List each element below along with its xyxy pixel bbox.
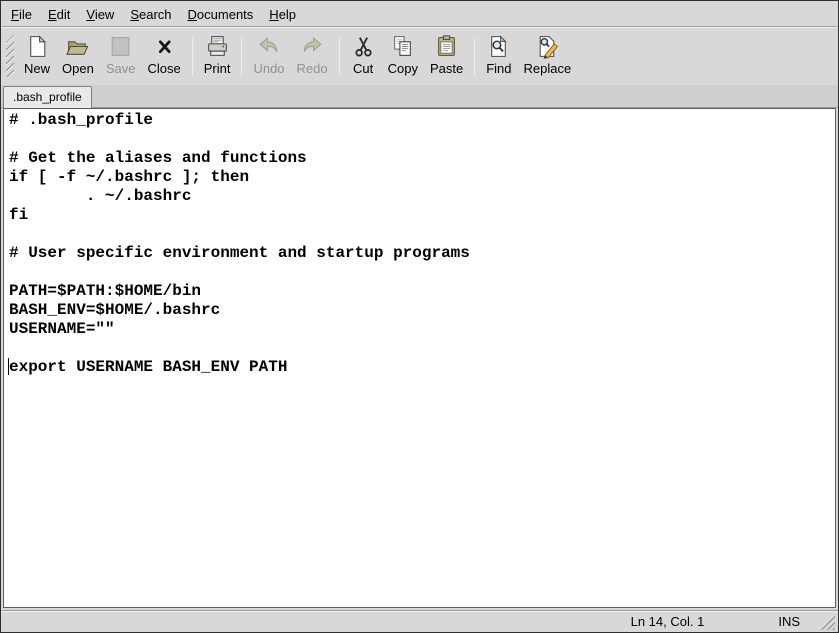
toolbar-separator xyxy=(241,38,242,76)
new-button[interactable]: New xyxy=(18,31,56,78)
menu-help-label: elp xyxy=(279,7,296,22)
insert-mode-status: INS xyxy=(778,614,800,629)
print-button[interactable]: Print xyxy=(198,31,237,78)
menu-help-mnemonic: H xyxy=(269,7,278,22)
editor-line-4[interactable]: if [ -f ~/.bashrc ]; then xyxy=(9,168,835,187)
copy-button[interactable]: Copy xyxy=(382,31,424,78)
status-bar: Ln 14, Col. 1 INS xyxy=(1,610,838,632)
cut-button-label: Cut xyxy=(353,61,373,76)
tab-strip: .bash_profile xyxy=(1,85,838,108)
redo-button-label: Redo xyxy=(297,61,328,76)
editor-line-6[interactable]: fi xyxy=(9,206,835,225)
editor-line-10[interactable]: PATH=$PATH:$HOME/bin xyxy=(9,282,835,301)
close-button[interactable]: Close xyxy=(141,31,186,78)
menu-file-label: ile xyxy=(19,7,32,22)
menu-search-label: earch xyxy=(139,7,172,22)
print-button-label: Print xyxy=(204,61,231,76)
find-button-label: Find xyxy=(486,61,511,76)
toolbar-drag-handle[interactable] xyxy=(6,35,14,77)
open-button[interactable]: Open xyxy=(56,31,100,78)
open-button-label: Open xyxy=(62,61,94,76)
printer-icon xyxy=(205,33,230,59)
close-x-icon xyxy=(152,33,177,59)
find-button[interactable]: Find xyxy=(480,31,517,78)
window-resize-grip-icon[interactable] xyxy=(819,615,835,630)
text-cursor xyxy=(8,358,9,375)
replace-button-label: Replace xyxy=(524,61,572,76)
editor-line-12[interactable]: USERNAME="" xyxy=(9,320,835,339)
menu-documents-mnemonic: D xyxy=(188,7,197,22)
menu-edit-mnemonic: E xyxy=(48,7,57,22)
undo-arrow-icon xyxy=(256,33,281,59)
menu-file-mnemonic: F xyxy=(11,7,19,22)
menu-edit-label: dit xyxy=(57,7,71,22)
menu-view[interactable]: View xyxy=(78,4,122,26)
editor-window: File Edit View Search Documents Help New… xyxy=(0,0,839,633)
menu-view-mnemonic: V xyxy=(86,7,94,22)
cut-button[interactable]: Cut xyxy=(345,31,382,78)
save-button: Save xyxy=(100,31,142,78)
copy-button-label: Copy xyxy=(388,61,418,76)
scissors-icon xyxy=(351,33,376,59)
paste-button-label: Paste xyxy=(430,61,463,76)
find-magnifier-icon xyxy=(486,33,511,59)
close-button-label: Close xyxy=(147,61,180,76)
clipboard-icon xyxy=(434,33,459,59)
menu-search[interactable]: Search xyxy=(122,4,179,26)
undo-button-label: Undo xyxy=(253,61,284,76)
menu-documents-label: ocuments xyxy=(197,7,253,22)
editor-line-5[interactable]: . ~/.bashrc xyxy=(9,187,835,206)
replace-magnifier-pencil-icon xyxy=(535,33,560,59)
copy-pages-icon xyxy=(390,33,415,59)
editor-line-2[interactable] xyxy=(9,130,835,149)
editor-line-7[interactable] xyxy=(9,225,835,244)
menu-search-mnemonic: S xyxy=(130,7,139,22)
editor-line-3[interactable]: # Get the aliases and functions xyxy=(9,149,835,168)
menu-file[interactable]: File xyxy=(3,4,40,26)
editor-line-11[interactable]: BASH_ENV=$HOME/.bashrc xyxy=(9,301,835,320)
editor-line-9[interactable] xyxy=(9,263,835,282)
editor-line-13[interactable] xyxy=(9,339,835,358)
paste-button[interactable]: Paste xyxy=(424,31,469,78)
save-button-label: Save xyxy=(106,61,136,76)
undo-button: Undo xyxy=(247,31,290,78)
toolbar: New Open Save Close Print xyxy=(1,28,838,85)
save-floppy-icon xyxy=(108,33,133,59)
new-button-label: New xyxy=(24,61,50,76)
menu-documents[interactable]: Documents xyxy=(180,4,262,26)
redo-arrow-icon xyxy=(300,33,325,59)
toolbar-separator xyxy=(339,38,340,76)
editor-line-8[interactable]: # User specific environment and startup … xyxy=(9,244,835,263)
editor-line-14[interactable]: export USERNAME BASH_ENV PATH xyxy=(9,358,835,377)
menu-help[interactable]: Help xyxy=(261,4,304,26)
menu-edit[interactable]: Edit xyxy=(40,4,78,26)
redo-button: Redo xyxy=(291,31,334,78)
toolbar-separator xyxy=(474,38,475,76)
editor-line-1[interactable]: # .bash_profile xyxy=(9,111,835,130)
menu-view-label: iew xyxy=(95,7,115,22)
tab-bash-profile[interactable]: .bash_profile xyxy=(3,86,92,108)
cursor-position-status: Ln 14, Col. 1 xyxy=(631,614,705,629)
new-document-icon xyxy=(25,33,50,59)
replace-button[interactable]: Replace xyxy=(518,31,578,78)
text-editor[interactable]: # .bash_profile # Get the aliases and fu… xyxy=(3,108,836,608)
menubar: File Edit View Search Documents Help xyxy=(1,1,838,26)
toolbar-separator xyxy=(192,38,193,76)
open-folder-icon xyxy=(65,33,90,59)
